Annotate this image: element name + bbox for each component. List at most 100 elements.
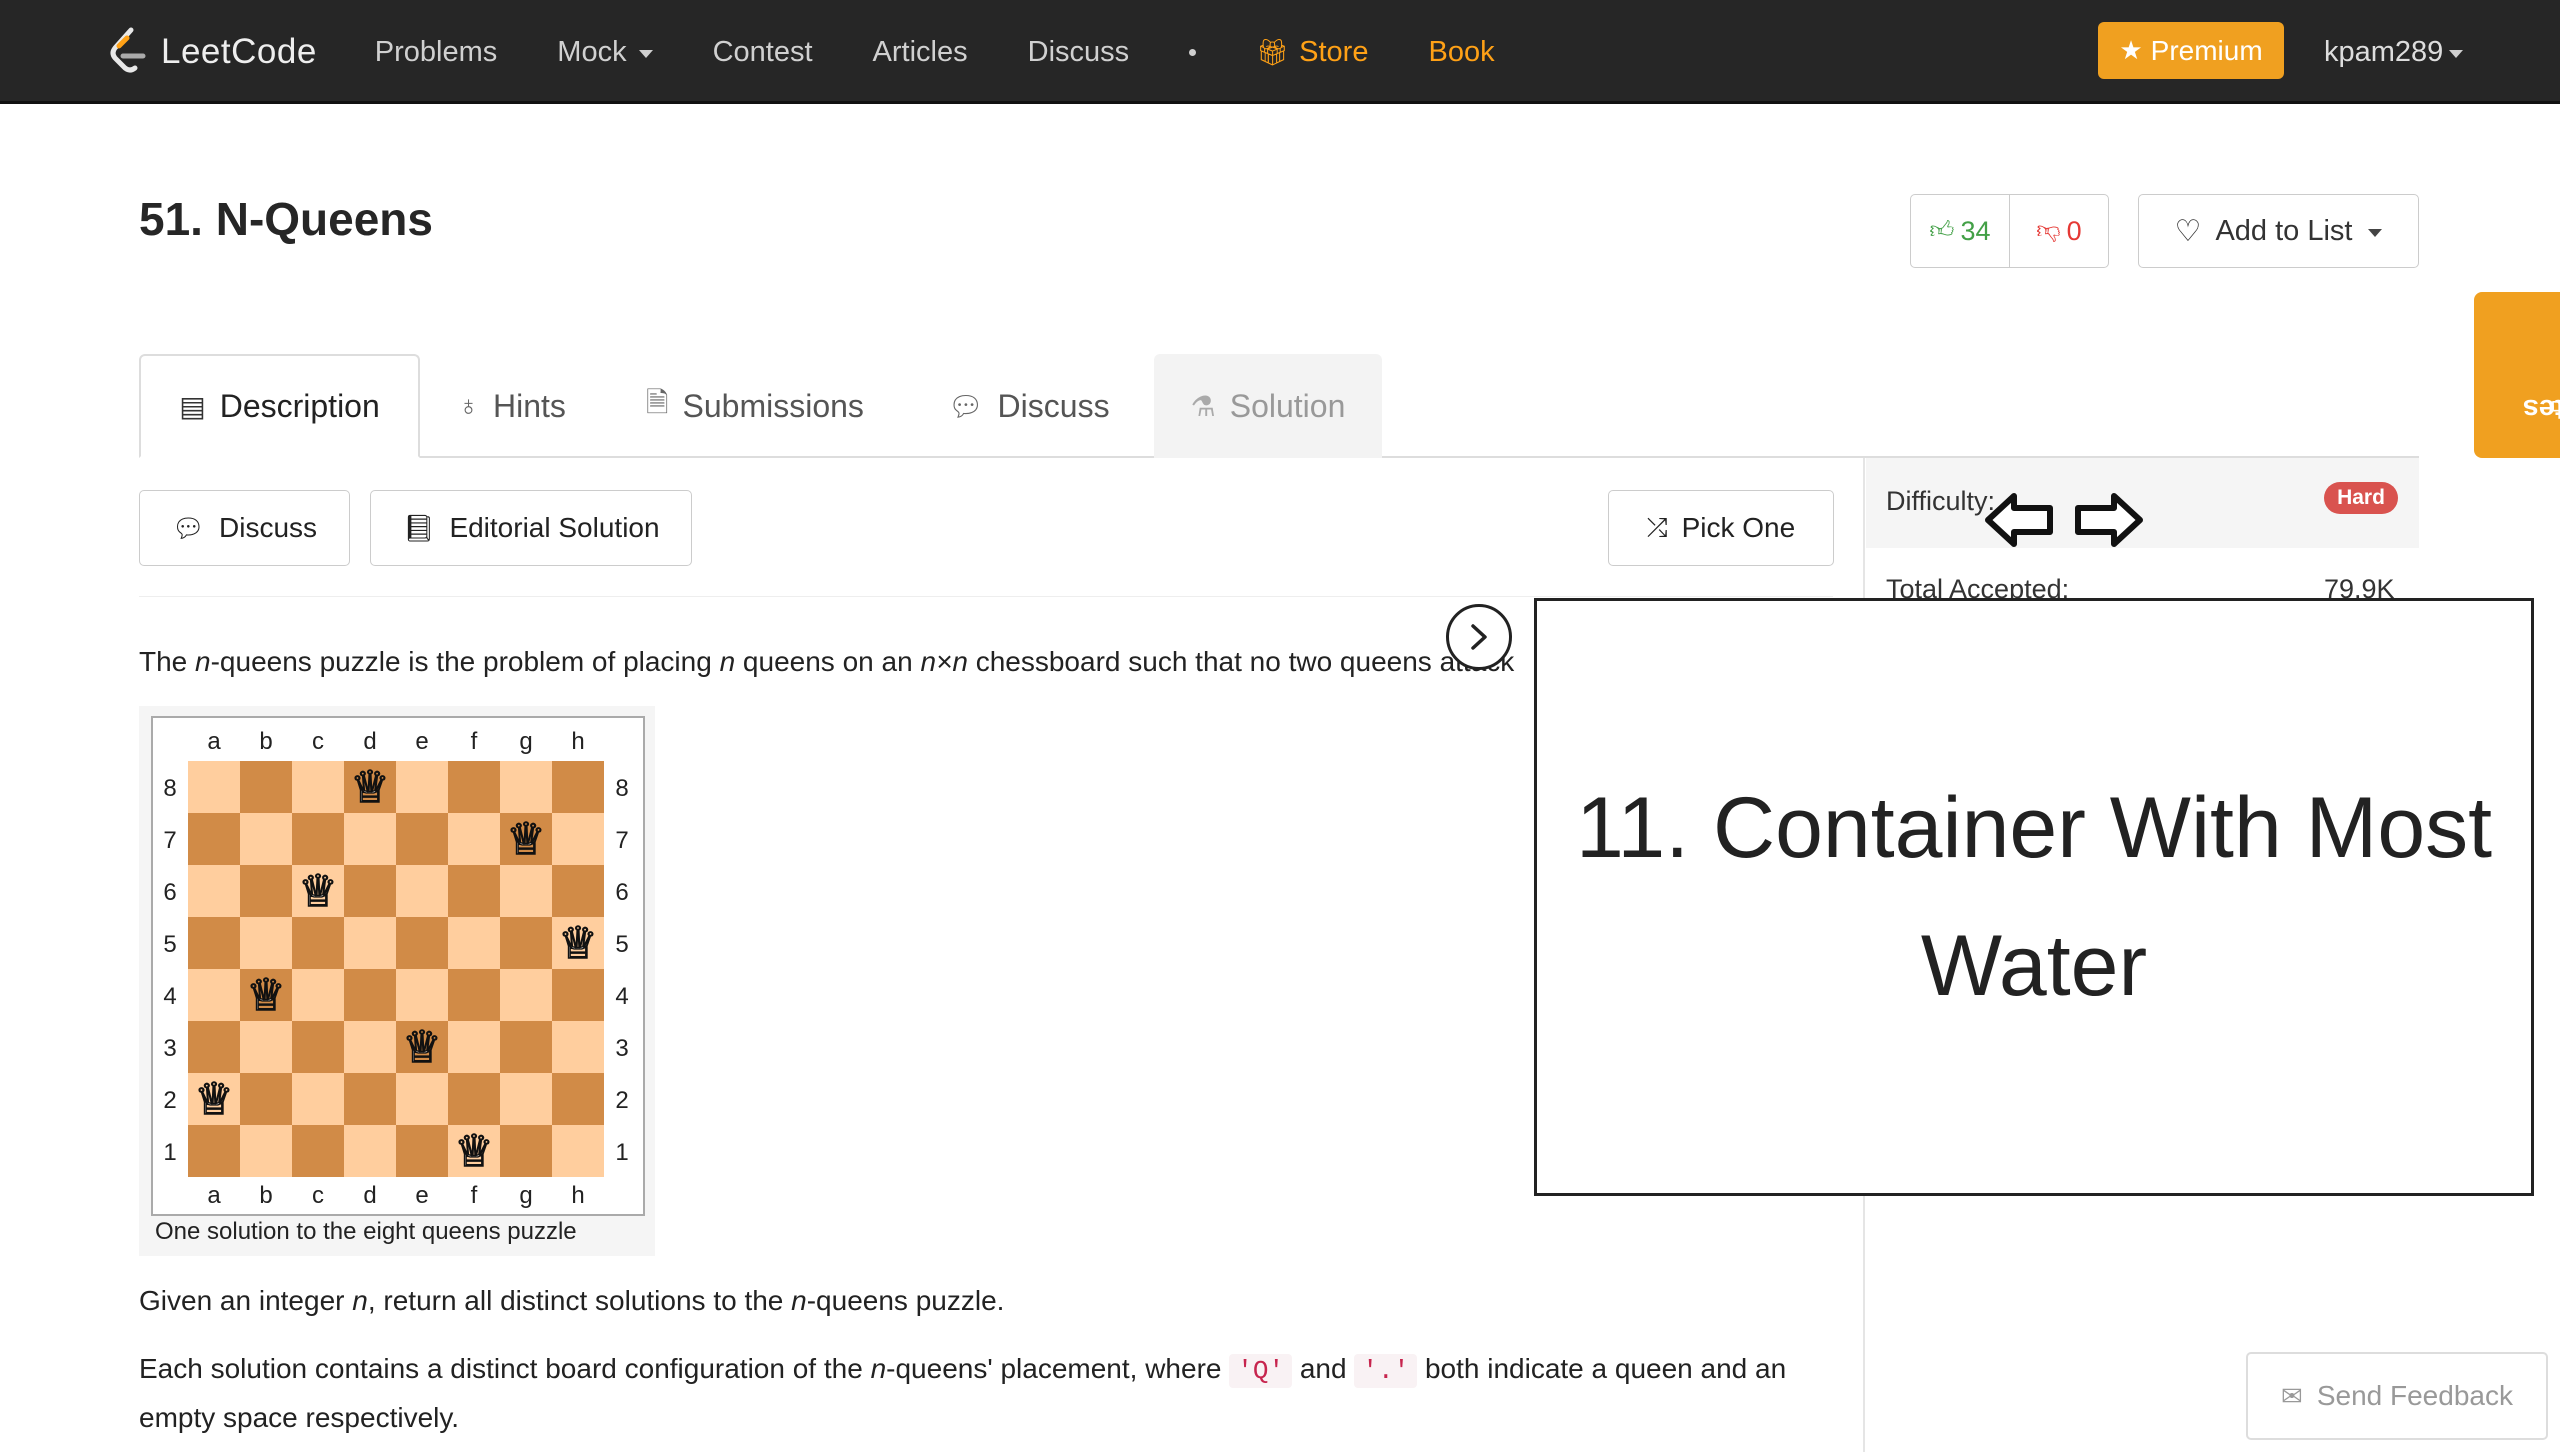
send-feedback-button[interactable]: ✉ Send Feedback [2246, 1352, 2548, 1440]
premium-button[interactable]: ★ Premium [2098, 22, 2284, 79]
pick-one-button[interactable]: ⤮ Pick One [1608, 490, 1834, 566]
board-square [500, 969, 552, 1021]
board-square [344, 813, 396, 865]
thumbs-down-icon: 👎︎ [2036, 217, 2061, 244]
board-square [240, 1073, 292, 1125]
content-divider [139, 596, 1833, 597]
like-count: 34 [1960, 215, 1991, 246]
discuss-button[interactable]: 💬︎ Discuss [139, 490, 350, 566]
tab-hints[interactable]: ♁ Hints [458, 354, 566, 458]
text: -queens' placement, where [886, 1353, 1230, 1384]
board-file-label: h [571, 728, 584, 755]
notes-tab[interactable]: ▭Notes [2474, 292, 2560, 458]
board-square [292, 761, 344, 813]
given-paragraph: Given an integer n, return all distinct … [139, 1276, 1004, 1326]
board-square [500, 1125, 552, 1177]
chevron-down-icon [2368, 228, 2383, 237]
overlay-title: 11. Container With Most Water [1575, 780, 2493, 1014]
board-square [448, 761, 500, 813]
tab-description-label: Description [219, 387, 380, 424]
logo-text: LeetCode [161, 32, 317, 71]
board-square [500, 1021, 552, 1073]
code-file-icon: 🗎︎ [646, 387, 669, 418]
tab-description[interactable]: ▤ Description [139, 354, 420, 458]
book-icon: 📘︎ [402, 512, 436, 543]
board-square [292, 1073, 344, 1125]
like-button[interactable]: 👍︎ 34 [1911, 195, 2010, 267]
board-file-label: d [363, 1182, 376, 1209]
board-rank-label: 8 [163, 775, 176, 802]
leetcode-logo[interactable]: LeetCode [105, 26, 317, 78]
comments-icon: 💬︎ [948, 390, 984, 422]
nav-book[interactable]: Book [1428, 36, 1494, 69]
add-to-list-button[interactable]: ♡ Add to List [2138, 194, 2419, 268]
text: queens on an [735, 646, 921, 677]
text: n [791, 1285, 807, 1316]
tab-solution[interactable]: ⚗︎ Solution [1154, 354, 1382, 458]
code-dot: '.' [1354, 1354, 1418, 1388]
nav-contest[interactable]: Contest [713, 36, 813, 69]
nav-articles[interactable]: Articles [873, 36, 968, 69]
board-square [448, 813, 500, 865]
code-q: 'Q' [1229, 1354, 1293, 1388]
user-menu[interactable]: kpam289 [2324, 0, 2464, 104]
board-square [500, 865, 552, 917]
board-square [188, 1125, 240, 1177]
board-file-label: c [312, 1182, 324, 1209]
board-file-label: a [207, 1182, 221, 1209]
board-square [552, 1073, 604, 1125]
board-square [500, 917, 552, 969]
board-rank-label: 2 [163, 1087, 176, 1114]
board-rank-label: 5 [163, 931, 176, 958]
board-file-label: g [519, 728, 532, 755]
board-square [188, 969, 240, 1021]
board-square [292, 1021, 344, 1073]
tab-discuss-label: Discuss [997, 387, 1110, 424]
board-file-label: f [471, 1182, 478, 1209]
board-file-label: c [312, 728, 324, 755]
nav-mock[interactable]: Mock [557, 36, 653, 69]
board-file-label: f [471, 728, 478, 755]
star-icon: ★ [2119, 35, 2143, 65]
text: -queens puzzle. [806, 1285, 1005, 1316]
tab-discuss[interactable]: 💬︎ Discuss [948, 354, 1110, 458]
intro-paragraph: The n-queens puzzle is the problem of pl… [139, 637, 1514, 687]
queen-icon: ♕ [350, 762, 389, 813]
board-square [188, 1021, 240, 1073]
text: , return all distinct solutions to the [367, 1285, 792, 1316]
queen-icon: ♕ [298, 866, 337, 917]
board-square [188, 813, 240, 865]
board-square [188, 761, 240, 813]
nav-store[interactable]: 🎁︎ Store [1256, 36, 1368, 69]
leetcode-logo-icon [110, 27, 146, 73]
board-square [344, 865, 396, 917]
dislike-button[interactable]: 👎︎ 0 [2010, 195, 2108, 267]
editorial-solution-button[interactable]: 📘︎ Editorial Solution [370, 490, 692, 566]
left-right-arrows-icon [1985, 493, 2143, 547]
queen-icon: ♕ [506, 814, 545, 865]
board-square [448, 917, 500, 969]
board-square [240, 1125, 292, 1177]
board-square [396, 1125, 448, 1177]
text: Each solution contains a distinct board … [139, 1353, 871, 1384]
board-square [396, 1073, 448, 1125]
nav-discuss[interactable]: Discuss [1028, 36, 1130, 69]
nav-problems[interactable]: Problems [375, 36, 498, 69]
board-square [240, 917, 292, 969]
board-rank-label: 5 [615, 931, 628, 958]
next-problem-overlay[interactable]: 11. Container With Most Water [1534, 598, 2534, 1196]
board-square [188, 865, 240, 917]
tab-submissions-label: Submissions [682, 387, 864, 424]
board-square [552, 761, 604, 813]
board-square [396, 917, 448, 969]
board-rank-label: 7 [163, 827, 176, 854]
premium-label: Premium [2150, 34, 2263, 66]
board-rank-label: 3 [163, 1035, 176, 1062]
text: Given an integer [139, 1285, 353, 1316]
chessboard-frame: a a b b c c d d e e f f g g h h 8 8 7 7 6 6 5 5 4 4 3 3 2 2 1 1 ♕ ♕ ♕ ♕ ♕ ♕ ♕ ♕ [151, 716, 645, 1216]
text: and [1292, 1353, 1355, 1384]
next-arrow-button[interactable] [1446, 604, 1512, 670]
board-square [448, 1021, 500, 1073]
difficulty-label: Difficulty: [1886, 486, 1996, 516]
tab-submissions[interactable]: 🗎︎ Submissions [646, 354, 864, 458]
